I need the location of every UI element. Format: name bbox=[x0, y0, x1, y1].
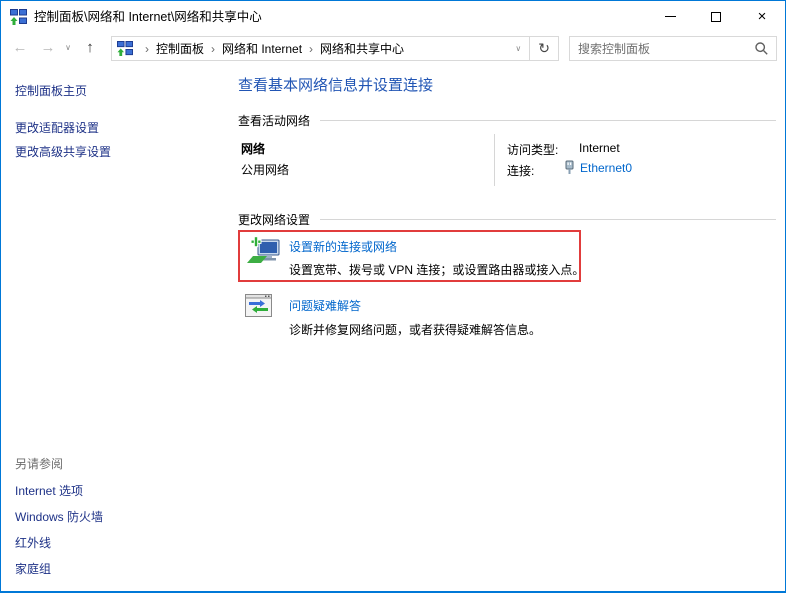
title-bar: 控制面板\网络和 Internet\网络和共享中心 × bbox=[1, 1, 785, 33]
connection-link-group: Ethernet0 bbox=[564, 160, 632, 175]
see-also-header: 另请参阅 bbox=[15, 455, 63, 472]
troubleshoot-icon[interactable] bbox=[245, 294, 272, 317]
breadcrumb-network-internet[interactable]: 网络和 Internet bbox=[222, 40, 302, 57]
sidebar-item-internet-options[interactable]: Internet 选项 bbox=[15, 482, 83, 499]
minimize-button[interactable] bbox=[647, 1, 693, 32]
up-button[interactable]: ↑ bbox=[77, 34, 103, 61]
section-divider-line bbox=[320, 120, 776, 121]
setup-new-connection-icon[interactable] bbox=[247, 236, 281, 266]
page-title: 查看基本网络信息并设置连接 bbox=[238, 74, 433, 95]
search-input[interactable] bbox=[570, 42, 747, 56]
address-dropdown-icon[interactable]: ∨ bbox=[507, 44, 529, 53]
close-icon: × bbox=[758, 9, 767, 24]
active-network-profile: 公用网络 bbox=[241, 161, 289, 178]
sidebar-item-control-panel-home[interactable]: 控制面板主页 bbox=[15, 82, 87, 99]
history-dropdown-button[interactable]: ∨ bbox=[61, 34, 75, 61]
section-view-active-networks: 查看活动网络 bbox=[238, 112, 776, 129]
troubleshoot-problems-description: 诊断并修复网络问题，或者获得疑难解答信息。 bbox=[289, 321, 541, 338]
breadcrumb-location-icon bbox=[117, 41, 133, 57]
access-type-value: Internet bbox=[579, 141, 620, 155]
active-network-vertical-divider bbox=[494, 134, 495, 186]
breadcrumb-separator: › bbox=[211, 42, 215, 56]
connection-ethernet0-link[interactable]: Ethernet0 bbox=[580, 161, 632, 175]
up-arrow-icon: ↑ bbox=[86, 39, 94, 56]
setup-new-connection-link[interactable]: 设置新的连接或网络 bbox=[289, 238, 397, 255]
navigation-toolbar: ← → ∨ ↑ › 控制面板 › 网络和 Internet › 网络和共享中心 … bbox=[1, 33, 785, 63]
ethernet-plug-icon bbox=[564, 160, 575, 175]
setup-new-connection-description: 设置宽带、拨号或 VPN 连接；或设置路由器或接入点。 bbox=[289, 261, 584, 278]
sidebar-item-change-adapter-settings[interactable]: 更改适配器设置 bbox=[15, 119, 99, 136]
network-center-icon bbox=[10, 9, 27, 26]
section-label: 查看活动网络 bbox=[238, 112, 310, 129]
network-sharing-center-window: 控制面板\网络和 Internet\网络和共享中心 × ← → ∨ ↑ › 控制… bbox=[0, 0, 786, 593]
search-box bbox=[569, 36, 777, 61]
breadcrumb-control-panel[interactable]: 控制面板 bbox=[156, 40, 204, 57]
breadcrumb-network-sharing-center[interactable]: 网络和共享中心 bbox=[320, 40, 404, 57]
sidebar-item-homegroup[interactable]: 家庭组 bbox=[15, 560, 51, 577]
active-network-name: 网络 bbox=[241, 140, 265, 157]
address-bar[interactable]: › 控制面板 › 网络和 Internet › 网络和共享中心 ∨ ↻ bbox=[111, 36, 559, 61]
chevron-down-icon: ∨ bbox=[65, 43, 71, 52]
close-button[interactable]: × bbox=[739, 1, 785, 32]
section-change-network-settings: 更改网络设置 bbox=[238, 211, 776, 228]
search-button[interactable] bbox=[747, 42, 776, 55]
window-title: 控制面板\网络和 Internet\网络和共享中心 bbox=[34, 1, 262, 33]
maximize-button[interactable] bbox=[693, 1, 739, 32]
section-divider-line bbox=[320, 219, 776, 220]
refresh-button[interactable]: ↻ bbox=[529, 37, 558, 60]
breadcrumb-separator: › bbox=[145, 42, 149, 56]
back-button[interactable]: ← bbox=[7, 34, 33, 61]
troubleshoot-problems-link[interactable]: 问题疑难解答 bbox=[289, 297, 361, 314]
sidebar-item-infrared[interactable]: 红外线 bbox=[15, 534, 51, 551]
refresh-icon: ↻ bbox=[538, 40, 550, 57]
access-type-label: 访问类型: bbox=[507, 141, 558, 158]
sidebar-item-windows-firewall[interactable]: Windows 防火墙 bbox=[15, 508, 103, 525]
maximize-icon bbox=[711, 12, 721, 22]
forward-button[interactable]: → bbox=[35, 34, 61, 61]
connection-label: 连接: bbox=[507, 162, 534, 179]
back-icon: ← bbox=[13, 39, 28, 56]
search-icon bbox=[755, 42, 768, 55]
minimize-icon bbox=[665, 16, 676, 17]
section-label: 更改网络设置 bbox=[238, 211, 310, 228]
breadcrumb-separator: › bbox=[309, 42, 313, 56]
forward-icon: → bbox=[41, 39, 56, 56]
sidebar-item-change-advanced-sharing[interactable]: 更改高级共享设置 bbox=[15, 143, 111, 160]
